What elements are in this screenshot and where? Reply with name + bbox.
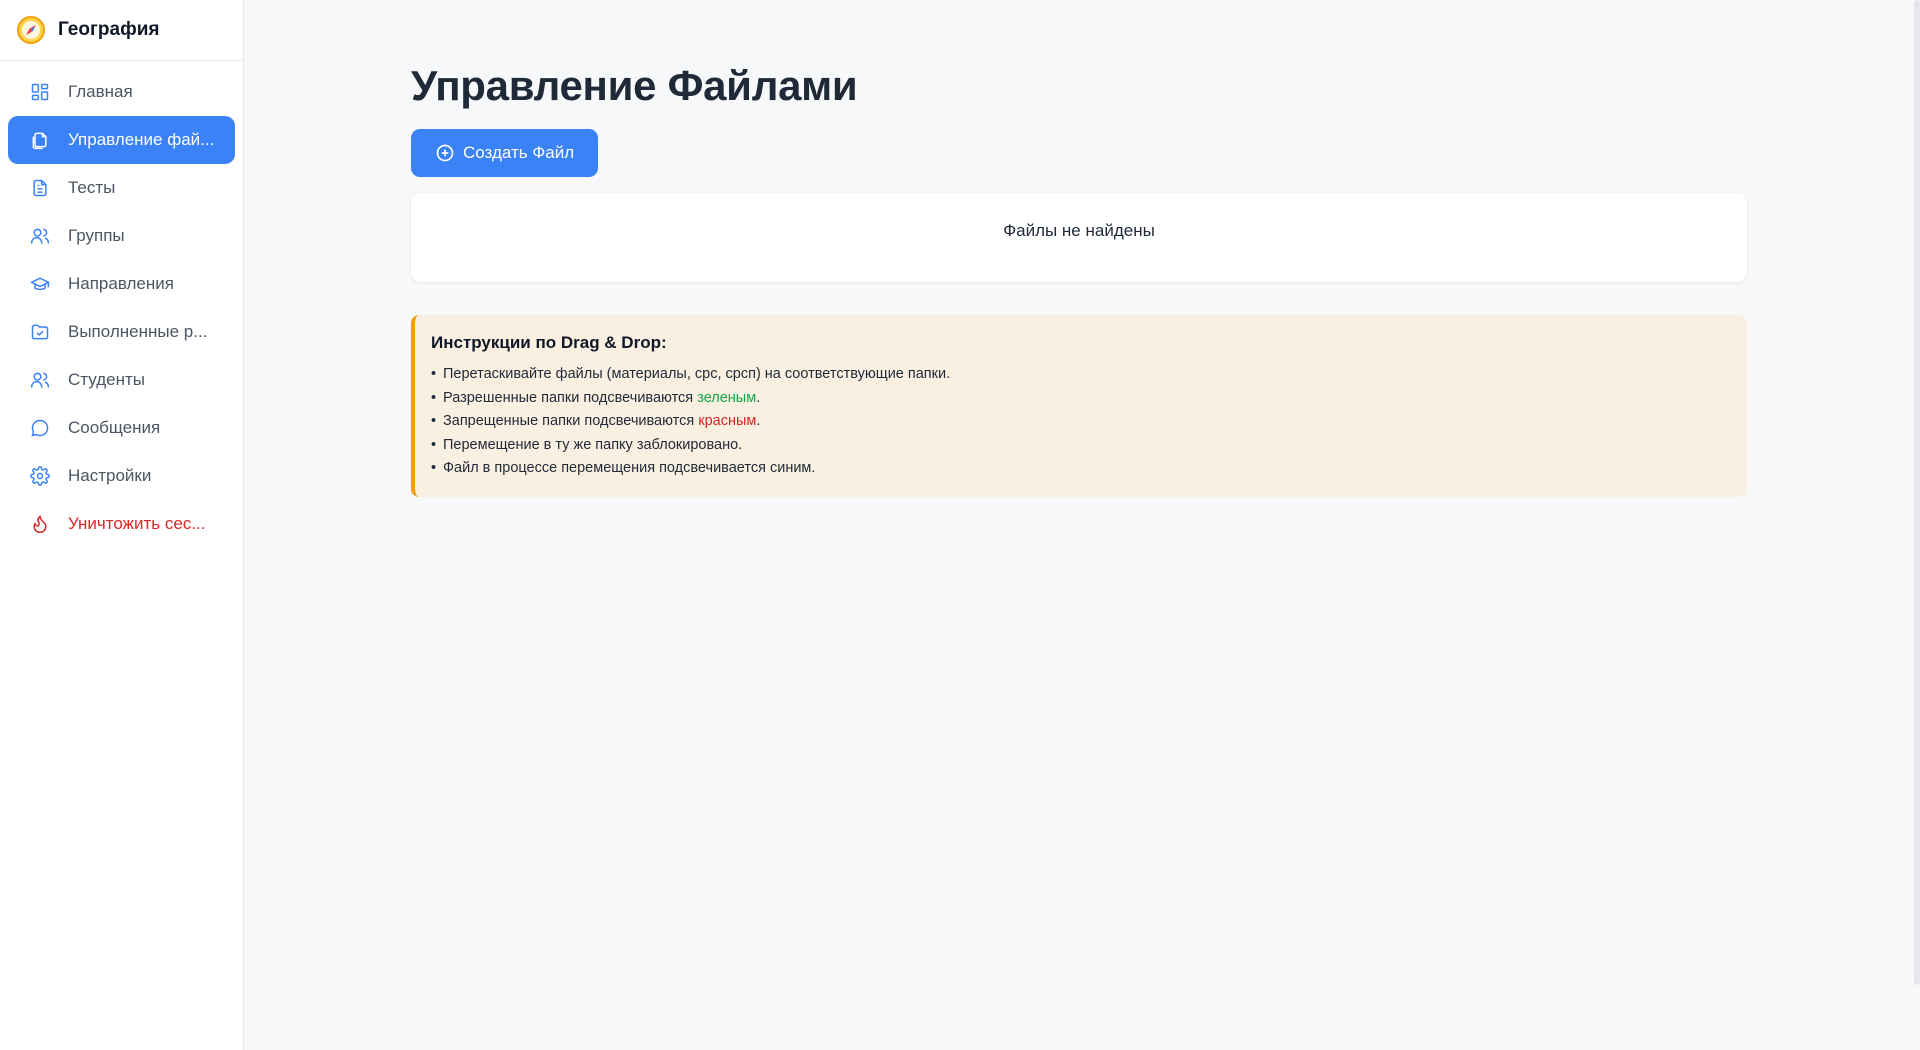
sidebar-item-messages[interactable]: Сообщения bbox=[8, 404, 235, 452]
sidebar-item-label: Выполненные р... bbox=[68, 322, 208, 341]
flame-icon bbox=[30, 514, 50, 534]
sidebar-item-label: Группы bbox=[68, 226, 125, 245]
create-file-label: Создать Файл bbox=[463, 143, 575, 162]
list-item: • Перетаскивайте файлы (материалы, срс, с… bbox=[431, 366, 951, 382]
app-name: География bbox=[58, 19, 160, 40]
compass-icon bbox=[16, 15, 46, 45]
dashboard-icon bbox=[30, 82, 50, 102]
sidebar-nav: Главная Управление фай... Тесты Группы Н… bbox=[0, 61, 243, 555]
list-item: • Запрещенные папки подсвечиваются красны… bbox=[431, 413, 761, 429]
highlight-red: красным bbox=[698, 413, 757, 429]
files-list-empty: Файлы не найдены bbox=[411, 193, 1747, 282]
sidebar-item-label: Уничтожить сес... bbox=[68, 514, 206, 533]
app-root: География Главная Управление фай... Тест… bbox=[0, 0, 1920, 1050]
dragdrop-instructions: Инструкции по Drag & Drop: • Перетаскивай… bbox=[411, 315, 1747, 497]
sidebar-item-label: Тесты bbox=[68, 178, 116, 197]
sidebar-item-settings[interactable]: Настройки bbox=[8, 452, 235, 500]
sidebar-item-tests[interactable]: Тесты bbox=[8, 164, 235, 212]
sidebar-item-home[interactable]: Главная bbox=[8, 68, 235, 116]
create-file-button[interactable]: Создать Файл bbox=[411, 129, 599, 177]
files-icon bbox=[30, 130, 50, 150]
sidebar-item-completed-works[interactable]: Выполненные р... bbox=[8, 308, 235, 356]
sidebar-item-label: Сообщения bbox=[68, 418, 161, 437]
sidebar-item-label: Студенты bbox=[68, 370, 145, 389]
document-icon bbox=[30, 178, 50, 198]
brand[interactable]: География bbox=[0, 0, 243, 61]
list-item: • Разрешенные папки подсвечиваются зелены… bbox=[431, 389, 761, 406]
sidebar: География Главная Управление фай... Тест… bbox=[0, 0, 244, 1050]
users-icon bbox=[30, 370, 50, 390]
gear-icon bbox=[30, 466, 50, 486]
sidebar-item-label: Главная bbox=[68, 82, 133, 101]
sidebar-item-label: Направления bbox=[68, 274, 174, 293]
sidebar-item-students[interactable]: Студенты bbox=[8, 356, 235, 404]
sidebar-item-label: Настройки bbox=[68, 466, 152, 485]
message-icon bbox=[30, 418, 50, 438]
instructions-title: Инструкции по Drag & Drop: bbox=[431, 333, 667, 352]
sidebar-item-label: Управление фай... bbox=[68, 130, 215, 149]
instructions-list: • Перетаскивайте файлы (материалы, срс, с… bbox=[431, 363, 1747, 481]
scrollbar[interactable] bbox=[1914, 0, 1920, 985]
plus-circle-icon bbox=[435, 143, 455, 163]
empty-message: Файлы не найдены bbox=[1003, 221, 1155, 240]
list-item: • Перемещение в ту же папку заблокировано… bbox=[431, 436, 743, 453]
sidebar-item-groups[interactable]: Группы bbox=[8, 212, 235, 260]
content-area: Управление Файлами Создать Файл Файлы не… bbox=[411, 0, 1747, 497]
graduation-cap-icon bbox=[30, 274, 50, 294]
users-icon bbox=[30, 226, 50, 246]
page-title: Управление Файлами bbox=[411, 62, 858, 109]
list-item: • Файл в процессе перемещения подсвечивае… bbox=[431, 460, 816, 476]
sidebar-item-destroy-session[interactable]: Уничтожить сес... bbox=[8, 500, 235, 548]
sidebar-item-file-management[interactable]: Управление фай... bbox=[8, 116, 235, 164]
folder-check-icon bbox=[30, 322, 50, 342]
main-content: Управление Файлами Создать Файл Файлы не… bbox=[244, 0, 1920, 1050]
highlight-green: зеленым bbox=[697, 389, 757, 406]
sidebar-item-directions[interactable]: Направления bbox=[8, 260, 235, 308]
